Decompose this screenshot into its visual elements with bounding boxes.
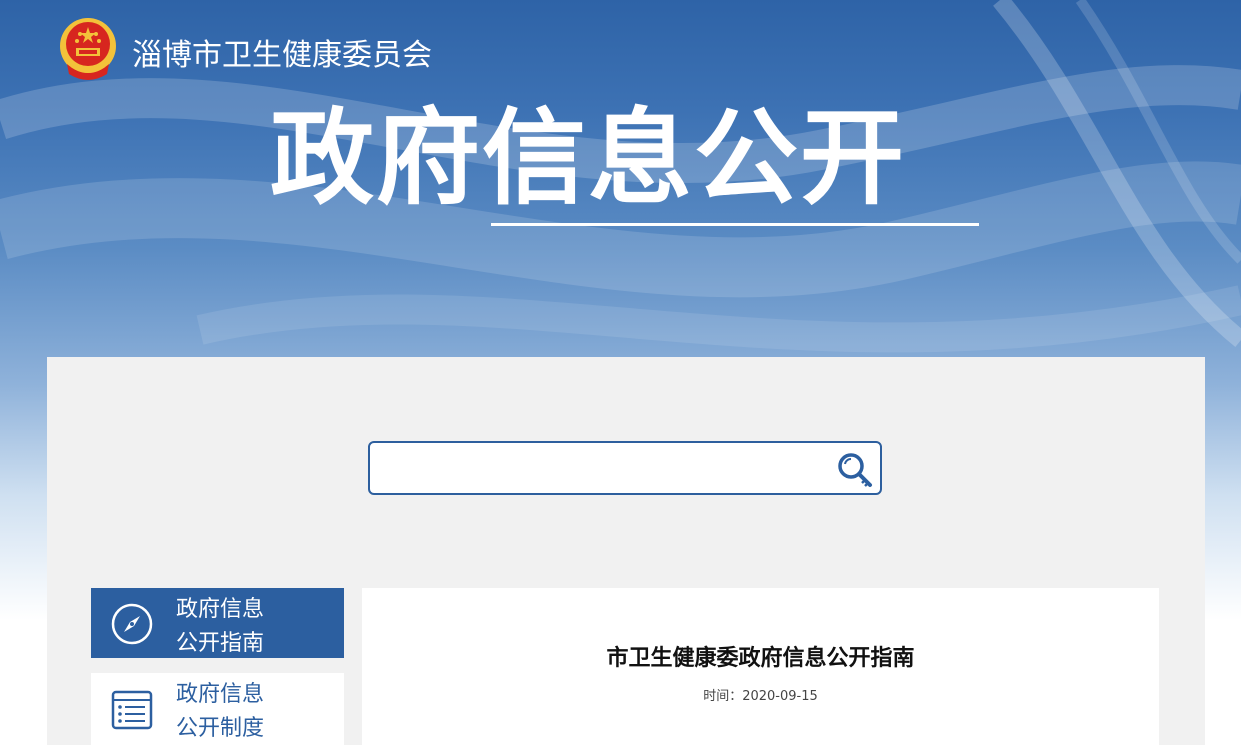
hero-underline — [491, 223, 979, 226]
sidebar-item-disclosure-guide[interactable]: 政府信息 公开指南 — [91, 588, 344, 658]
search-input[interactable] — [380, 451, 820, 485]
document-list-icon — [109, 686, 155, 732]
hero-title: 政府信息公开 — [270, 97, 907, 219]
search-box — [368, 441, 882, 495]
time-value: 2020-09-15 — [742, 689, 818, 704]
document-title: 市卫生健康委政府信息公开指南 — [606, 646, 915, 671]
sidebar-item-disclosure-system[interactable]: 政府信息 公开制度 — [91, 673, 344, 745]
search-key-icon[interactable] — [836, 451, 874, 489]
sidebar-item-label: 政府信息 公开指南 — [176, 597, 265, 656]
org-name: 淄博市卫生健康委员会 — [132, 38, 432, 73]
compass-icon — [109, 601, 155, 647]
national-emblem-icon — [57, 16, 119, 82]
main-panel: 政府信息 公开指南 政府信息 公开制度 市卫生健康委政府信息公开指南 时间：20… — [47, 357, 1205, 745]
time-label: 时间： — [703, 689, 743, 704]
sidebar-item-label: 政府信息 公开制度 — [176, 682, 265, 741]
content-card: 市卫生健康委政府信息公开指南 时间：2020-09-15 — [362, 588, 1159, 745]
document-time: 时间：2020-09-15 — [362, 685, 1159, 704]
